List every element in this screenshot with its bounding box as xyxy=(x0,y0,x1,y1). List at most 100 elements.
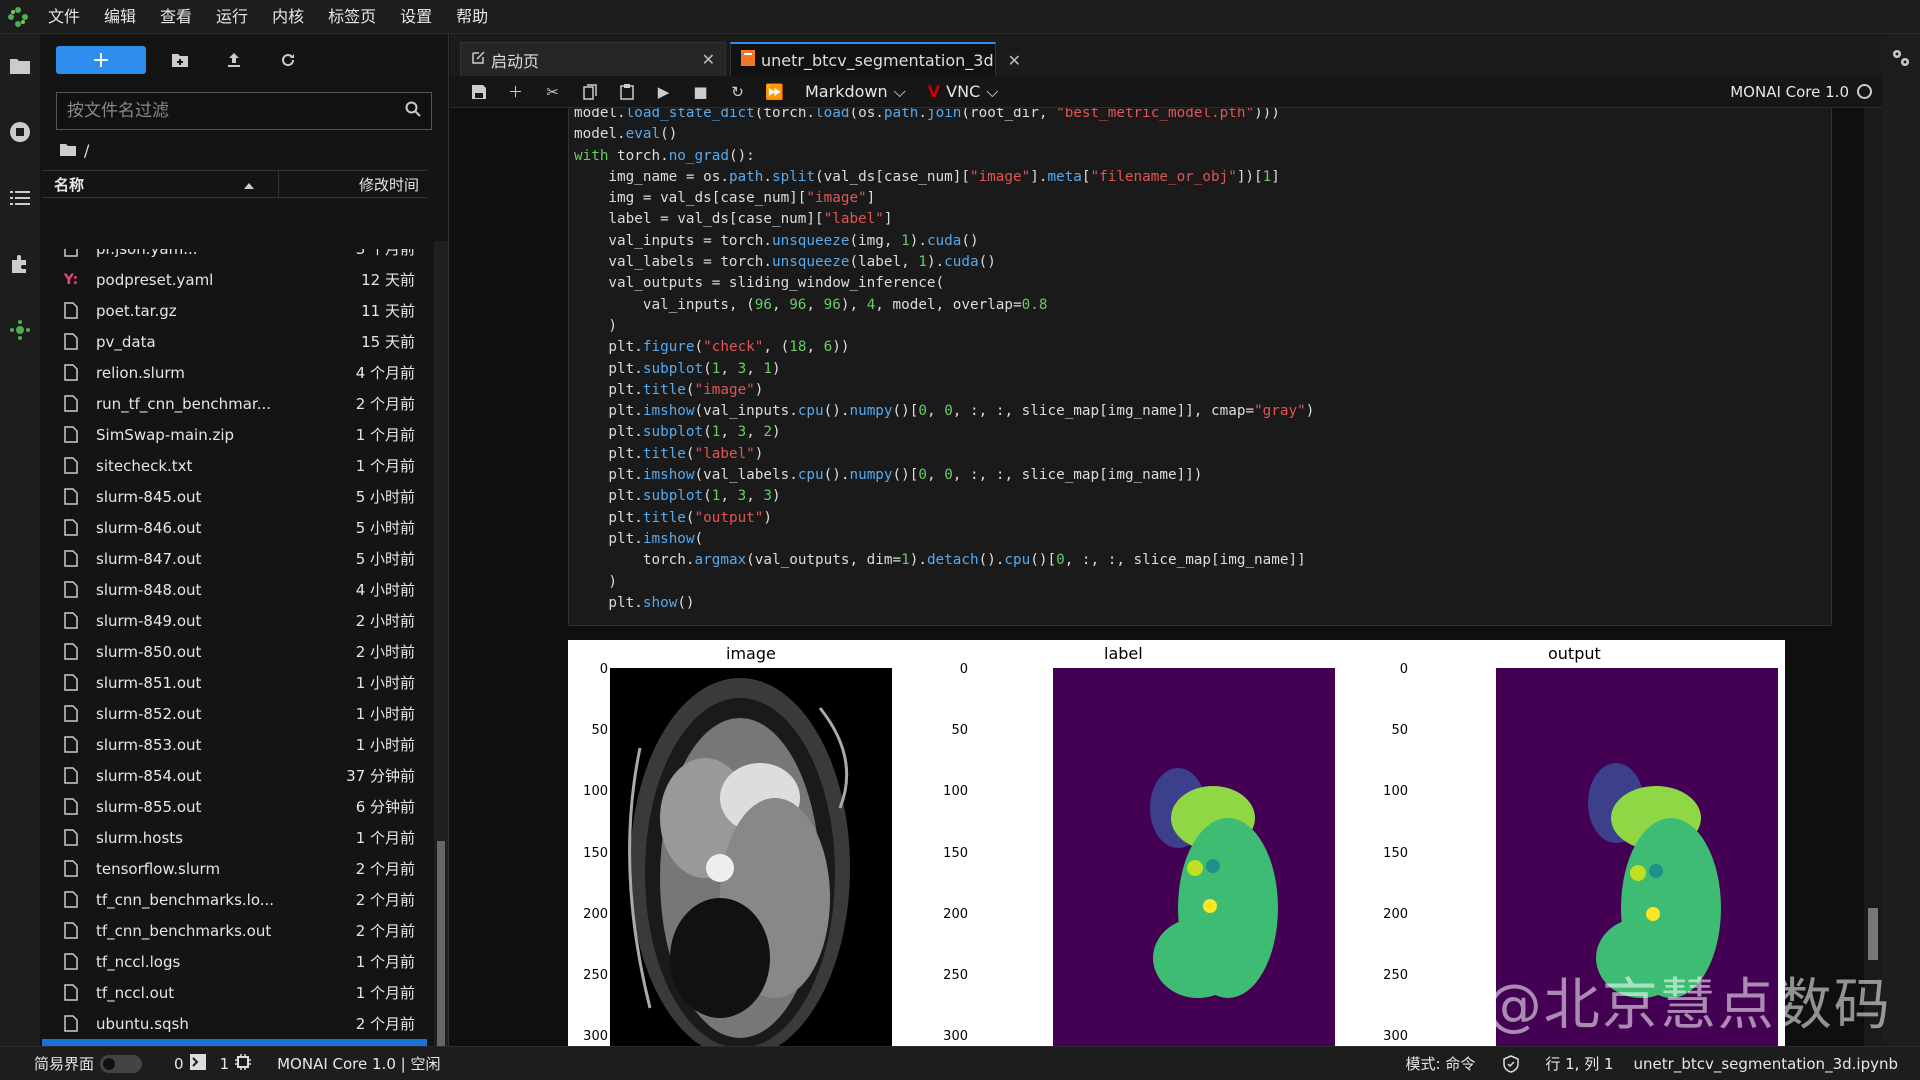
menu-file[interactable]: 文件 xyxy=(36,0,92,34)
cell-type-dropdown[interactable]: Markdown ⌵ xyxy=(805,82,906,102)
file-row[interactable]: ubuntu.sqsh 2 个月前 xyxy=(42,1008,427,1039)
monai-icon[interactable] xyxy=(0,310,40,350)
upload-icon[interactable] xyxy=(214,46,254,74)
restart-icon[interactable]: ↻ xyxy=(719,83,756,101)
file-modified: 2 个月前 xyxy=(355,395,415,413)
notebook-toolbar: ＋ ✂ ▶ ■ ↻ ⏩ Markdown ⌵ V VNC ⌵ MONAI Core 1… xyxy=(450,76,1882,108)
file-row[interactable]: SimSwap-main.zip 1 个月前 xyxy=(42,419,427,450)
file-row[interactable]: relion.slurm 4 个月前 xyxy=(42,357,427,388)
tab-notebook[interactable]: unetr_btcv_segmentation_3d ✕ xyxy=(730,42,1021,76)
file-row[interactable]: tensorflow.slurm 2 个月前 xyxy=(42,853,427,884)
extension-icon[interactable] xyxy=(0,244,40,284)
file-row[interactable]: slurm-850.out 2 小时前 xyxy=(42,636,427,667)
home-folder-icon[interactable] xyxy=(60,141,76,160)
simple-mode-toggle[interactable]: 简易界面 xyxy=(34,1053,143,1074)
cursor-position[interactable]: 行 1, 列 1 xyxy=(1545,1053,1613,1074)
close-icon[interactable]: ✕ xyxy=(994,51,1021,70)
file-row[interactable]: slurm-846.out 5 小时前 xyxy=(42,512,427,543)
menu-edit[interactable]: 编辑 xyxy=(92,0,148,34)
file-row[interactable]: slurm-845.out 5 小时前 xyxy=(42,481,427,512)
file-name: relion.slurm xyxy=(96,363,185,382)
stop-icon[interactable]: ■ xyxy=(682,83,719,101)
file-row[interactable]: slurm-848.out 4 小时前 xyxy=(42,574,427,605)
running-sessions-icon[interactable] xyxy=(0,112,40,152)
scrollbar-thumb[interactable] xyxy=(437,841,445,1066)
file-name: poet.tar.gz xyxy=(96,301,177,320)
menu-help[interactable]: 帮助 xyxy=(444,0,500,34)
file-row[interactable]: tf_nccl.out 1 个月前 xyxy=(42,977,427,1008)
folder-icon[interactable] xyxy=(0,46,40,86)
vnc-dropdown[interactable]: V VNC ⌵ xyxy=(928,82,999,102)
code-editor[interactable]: model.load_state_dict(torch.load(os.path… xyxy=(569,108,1831,614)
column-modified-header[interactable]: 修改时间 xyxy=(279,174,427,195)
file-row[interactable]: slurm-851.out 1 小时前 xyxy=(42,667,427,698)
file-icon xyxy=(60,426,82,443)
file-row[interactable]: slurm-853.out 1 小时前 xyxy=(42,729,427,760)
refresh-icon[interactable] xyxy=(268,46,308,74)
file-filter-input[interactable] xyxy=(67,101,405,121)
menu-tabs[interactable]: 标签页 xyxy=(316,0,388,34)
copy-icon[interactable] xyxy=(571,83,608,100)
file-row[interactable]: tf_cnn_benchmarks.lo... 2 个月前 xyxy=(42,884,427,915)
mode-indicator: 模式: 命令 xyxy=(1405,1055,1476,1073)
file-row[interactable]: slurm-855.out 6 分钟前 xyxy=(42,791,427,822)
cut-icon[interactable]: ✂ xyxy=(534,83,571,101)
file-modified: 4 小时前 xyxy=(355,581,415,599)
new-folder-icon[interactable] xyxy=(160,46,200,74)
activity-bar xyxy=(0,34,40,1046)
file-row[interactable]: tf_nccl.logs 1 个月前 xyxy=(42,946,427,977)
file-row[interactable]: pr.json.yam... 3 个月前 xyxy=(42,249,427,264)
menu-view[interactable]: 查看 xyxy=(148,0,204,34)
file-row[interactable]: pv_data 15 天前 xyxy=(42,326,427,357)
file-row[interactable]: slurm.hosts 1 个月前 xyxy=(42,822,427,853)
kernel-status-text[interactable]: MONAI Core 1.0 | 空闲 xyxy=(277,1053,440,1074)
file-name: slurm-848.out xyxy=(96,580,202,599)
file-row[interactable]: slurm-852.out 1 小时前 xyxy=(42,698,427,729)
scrollbar-thumb[interactable] xyxy=(1868,908,1878,960)
file-list-scrollbar[interactable] xyxy=(434,241,448,1079)
ytick: 100 xyxy=(943,784,968,799)
breadcrumb-root[interactable]: / xyxy=(84,141,89,160)
file-row[interactable]: sitecheck.txt 1 个月前 xyxy=(42,450,427,481)
file-row[interactable]: Y: podpreset.yaml 12 天前 xyxy=(42,264,427,295)
save-icon[interactable] xyxy=(460,84,497,100)
file-row[interactable]: slurm-847.out 5 小时前 xyxy=(42,543,427,574)
code-cell[interactable]: model.load_state_dict(torch.load(os.path… xyxy=(568,108,1832,626)
notebook-scrollbar[interactable] xyxy=(1864,108,1882,1046)
column-name-header[interactable]: 名称 xyxy=(42,170,279,198)
menu-settings[interactable]: 设置 xyxy=(388,0,444,34)
file-icon xyxy=(60,1015,82,1032)
terminal-count[interactable]: 0 xyxy=(174,1053,206,1074)
toggle-switch[interactable] xyxy=(100,1054,143,1073)
file-row[interactable]: poet.tar.gz 11 天前 xyxy=(42,295,427,326)
search-icon[interactable] xyxy=(405,101,421,121)
toc-icon[interactable] xyxy=(0,178,40,218)
ytick: 250 xyxy=(943,968,968,983)
run-all-icon[interactable]: ⏩ xyxy=(756,83,793,101)
file-row[interactable]: run_tf_cnn_benchmar... 2 个月前 xyxy=(42,388,427,419)
menu-kernel[interactable]: 内核 xyxy=(260,0,316,34)
terminal-icon xyxy=(189,1053,206,1074)
file-name: slurm-851.out xyxy=(96,673,202,692)
close-icon[interactable]: ✕ xyxy=(688,50,715,69)
file-row[interactable]: slurm-854.out 37 分钟前 xyxy=(42,760,427,791)
paste-icon[interactable] xyxy=(608,83,645,100)
ytick: 250 xyxy=(583,968,608,983)
kernel-count[interactable]: 1 xyxy=(220,1053,252,1074)
file-name: tf_nccl.logs xyxy=(96,952,181,971)
new-launcher-button[interactable]: + xyxy=(56,46,146,74)
property-inspector-icon[interactable] xyxy=(1882,48,1920,68)
file-icon xyxy=(60,302,82,319)
kernel-indicator[interactable]: MONAI Core 1.0 xyxy=(1730,83,1872,101)
menu-run[interactable]: 运行 xyxy=(204,0,260,34)
file-row[interactable]: slurm-849.out 2 小时前 xyxy=(42,605,427,636)
file-row[interactable]: tf_cnn_benchmarks.out 2 个月前 xyxy=(42,915,427,946)
run-icon[interactable]: ▶ xyxy=(645,83,682,101)
file-modified: 2 个月前 xyxy=(355,922,415,940)
tab-launcher[interactable]: 启动页 ✕ xyxy=(460,42,726,76)
file-name: slurm-846.out xyxy=(96,518,202,537)
file-icon xyxy=(60,519,82,536)
plot-title-label: label xyxy=(1104,644,1143,663)
add-cell-icon[interactable]: ＋ xyxy=(497,81,534,102)
trusted-shield-icon[interactable] xyxy=(1503,1054,1520,1073)
